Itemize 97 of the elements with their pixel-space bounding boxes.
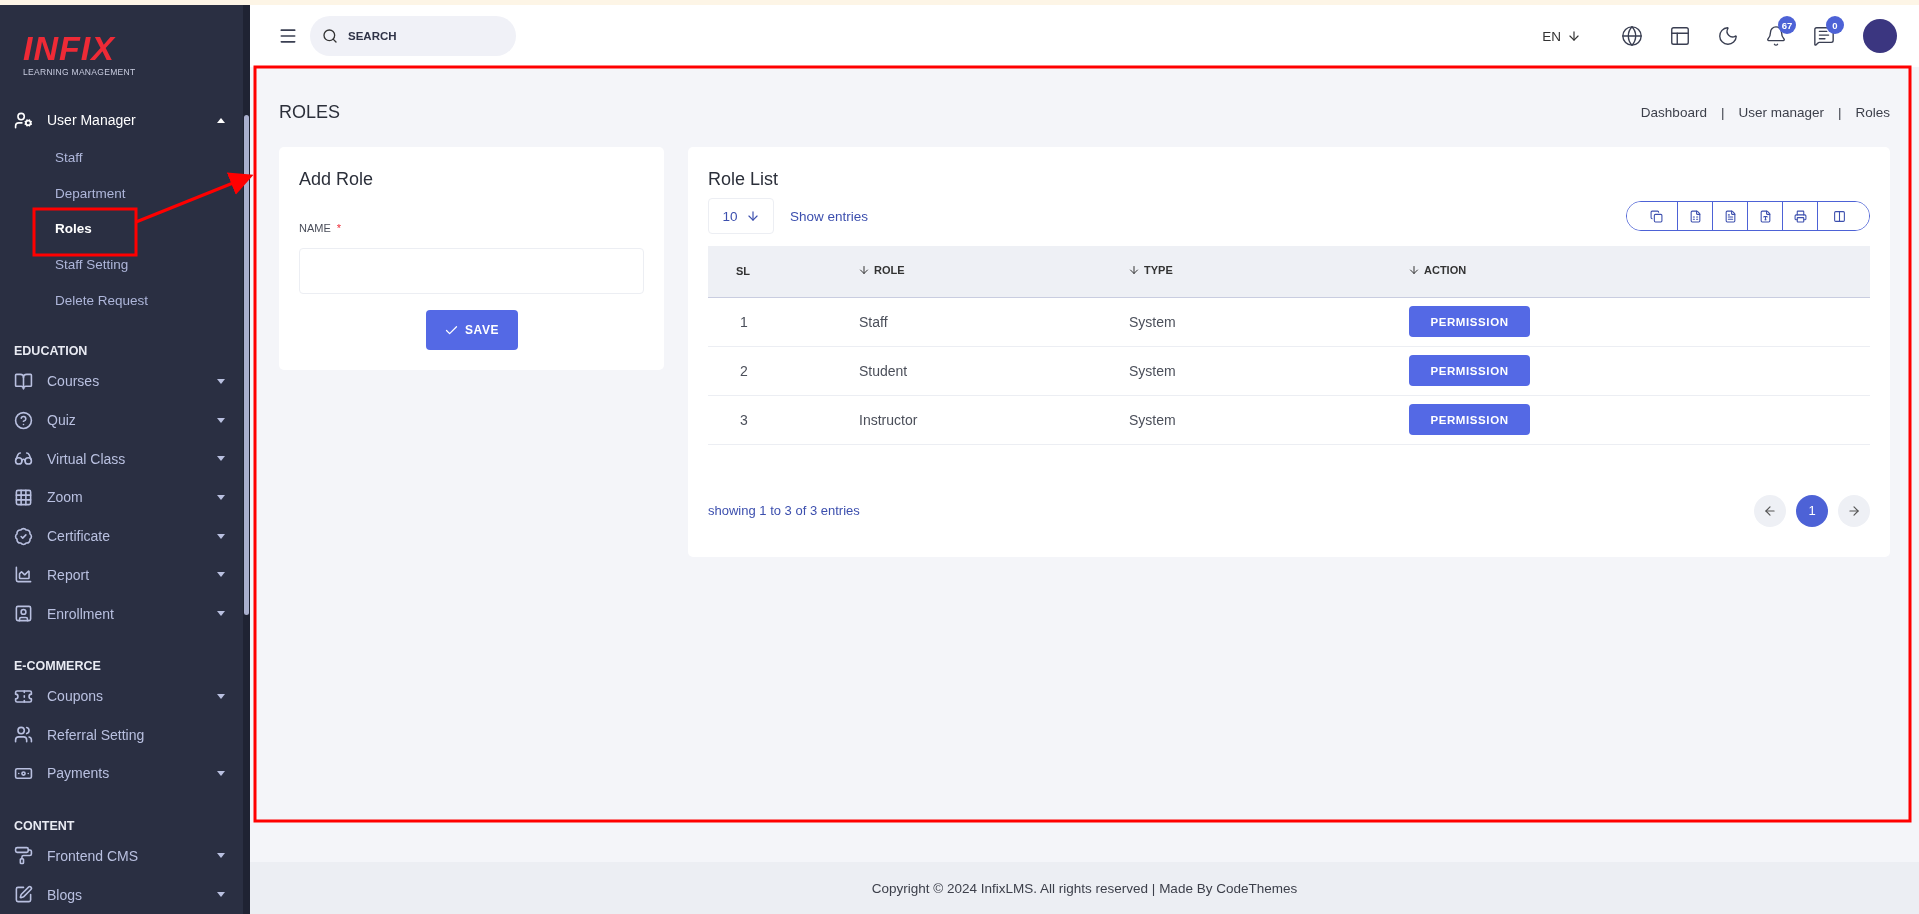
card-title: Add Role (299, 169, 375, 190)
menu-icon[interactable] (278, 26, 298, 46)
caret-icon (217, 892, 225, 898)
sidebar-item[interactable]: Quiz (14, 400, 243, 440)
table-cell: System (1128, 346, 1408, 395)
table-cell: 3 (708, 395, 858, 444)
sidebar-subitem[interactable]: Delete Request (14, 282, 243, 319)
sidebar-item[interactable]: Report (14, 555, 243, 595)
required-mark: * (336, 222, 342, 234)
caret-icon (217, 456, 225, 462)
search-icon (322, 28, 338, 44)
language-selector[interactable]: EN (1536, 27, 1587, 45)
caret-icon (217, 693, 225, 699)
sidebar-item[interactable]: Virtual Class (14, 439, 243, 479)
letter-square-icon (14, 604, 33, 624)
page-title: ROLES (279, 101, 341, 123)
scrollbar-thumb[interactable] (244, 115, 249, 615)
sidebar-item[interactable]: Courses (14, 362, 243, 401)
logo-wordmark: INFIX (23, 29, 115, 67)
previous-page-button[interactable] (1754, 494, 1786, 527)
permission-button[interactable]: PERMISSION (1409, 404, 1530, 435)
breadcrumb-link[interactable]: User manager (1738, 104, 1824, 120)
sidebar-item[interactable]: Payments (14, 754, 243, 793)
columns-icon[interactable] (1817, 202, 1869, 230)
notification-count: 67 (1778, 16, 1796, 34)
question-icon (14, 410, 33, 430)
sidebar-section-heading: E-COMMERCE (14, 657, 102, 675)
sidebar-item[interactable]: User Manager (14, 101, 243, 140)
table-cell: System (1128, 297, 1408, 346)
caret-icon (217, 378, 225, 384)
next-page-button[interactable] (1838, 494, 1870, 527)
caret-icon (217, 853, 225, 859)
sidebar-item[interactable]: Zoom (14, 478, 243, 517)
message-icon[interactable] (1813, 25, 1835, 47)
page-button[interactable]: 1 (1796, 494, 1828, 527)
sidebar-subitem[interactable]: Staff Setting (14, 246, 243, 283)
book-icon (14, 371, 33, 391)
caret-icon (217, 611, 225, 617)
message-count: 0 (1826, 16, 1844, 34)
sidebar-subitem[interactable]: Department (14, 175, 243, 212)
table-cell: Student (858, 346, 1128, 395)
search-field[interactable]: SEARCH (310, 16, 516, 56)
entries-label: Show entries (790, 208, 869, 224)
caret-icon (217, 572, 225, 578)
card-title: Role List (708, 169, 780, 190)
breadcrumb-separator: | (1837, 104, 1842, 120)
sidebar-subitem[interactable]: Roles (14, 211, 243, 247)
grid-icon (14, 488, 33, 507)
page-size-select[interactable]: 10 (708, 198, 774, 234)
table-cell: 1 (708, 297, 858, 346)
sidebar-item[interactable]: Blogs (14, 875, 243, 914)
caret-icon (217, 495, 225, 500)
sidebar-subitem[interactable]: Staff (14, 139, 243, 176)
avatar[interactable] (1863, 19, 1897, 53)
sidebar-item[interactable]: Referral Setting (14, 715, 243, 755)
users-icon (14, 725, 33, 745)
permission-button[interactable]: PERMISSION (1409, 355, 1530, 386)
user-gear-icon (14, 110, 33, 130)
permission-button[interactable]: PERMISSION (1409, 306, 1530, 337)
arrow-down-icon (1567, 29, 1581, 43)
logo-tagline: LEARNING MANAGEMENT (23, 67, 136, 77)
table-cell: Instructor (858, 395, 1128, 444)
field-label-text: NAME (299, 222, 331, 234)
column-header[interactable]: TYPE (1128, 246, 1408, 297)
layout-icon[interactable] (1669, 25, 1691, 47)
search-input[interactable]: SEARCH (346, 29, 496, 43)
copyright-text: Copyright © 2024 InfixLMS. All rights reserved | Made By CodeThemes (871, 880, 1298, 896)
table-cell: System (1128, 395, 1408, 444)
column-header[interactable]: SL (708, 246, 858, 297)
save-button[interactable]: SAVE (425, 310, 518, 350)
sidebar-item[interactable]: Coupons (14, 676, 243, 716)
breadcrumb-link[interactable]: Dashboard (1640, 104, 1707, 120)
moon-icon[interactable] (1717, 25, 1739, 47)
entries-summary: showing 1 to 3 of 3 entries (708, 503, 860, 518)
sort-arrow-icon (1408, 264, 1420, 277)
paint-roller-icon (14, 846, 33, 866)
pen-square-icon (14, 885, 33, 905)
breadcrumb-separator: | (1720, 104, 1725, 120)
sidebar-section-heading: CONTENT (14, 817, 76, 835)
sidebar-section-heading: EDUCATION (14, 343, 89, 361)
sort-arrow-icon (858, 264, 870, 277)
sidebar-item[interactable]: Certificate (14, 516, 243, 556)
sort-arrow-icon (1128, 264, 1140, 277)
sidebar-item[interactable]: Frontend CMS (14, 836, 243, 876)
chart-icon (14, 565, 33, 585)
column-header[interactable]: ROLE (858, 246, 1128, 297)
badge-icon (14, 526, 33, 546)
column-header[interactable]: ACTION (1408, 246, 1870, 297)
table-cell: Staff (858, 297, 1128, 346)
sidebar-item[interactable]: Enrollment (14, 594, 243, 633)
breadcrumb-link[interactable]: Roles (1855, 104, 1890, 120)
table-cell: 2 (708, 346, 858, 395)
globe-icon[interactable] (1621, 25, 1643, 47)
caret-icon (217, 770, 225, 776)
caret-icon (217, 533, 225, 539)
caret-icon (217, 417, 225, 423)
caret-icon (217, 117, 225, 123)
